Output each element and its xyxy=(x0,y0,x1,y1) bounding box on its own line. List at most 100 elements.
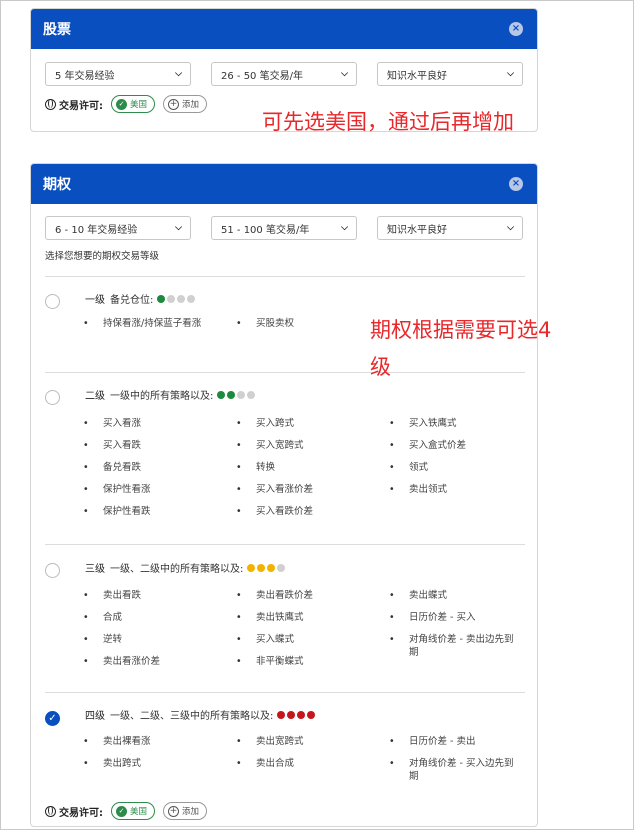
select-level-label: 选择您想要的期权交易等级 xyxy=(45,251,160,262)
annotation-top: 可先选美国，通过后再增加 xyxy=(262,110,514,134)
strategy-item: 卖出看跌 xyxy=(83,589,141,602)
strategy-item: 买入宽跨式 xyxy=(236,439,303,452)
risk-dot xyxy=(157,294,166,303)
strategy-item: 买入看涨 xyxy=(83,417,141,430)
level-4-desc: 一级、二级、三级中的所有策略以及: xyxy=(110,711,274,722)
level-3-title: 三级 一级、二级中的所有策略以及: xyxy=(85,560,287,575)
level-4-name: 四级 xyxy=(85,711,105,722)
strategy-item: 卖出看跌价差 xyxy=(236,589,313,602)
strategy-item: 对角线价差 - 卖出边先到期 xyxy=(389,633,517,659)
risk-dot xyxy=(247,563,256,572)
strategy-item: 日历价差 - 买入 xyxy=(389,611,476,624)
frequency-value: 51 - 100 笔交易/年 xyxy=(221,224,310,236)
strategy-item: 备兑看跌 xyxy=(83,461,141,474)
level-4: ✓ 四级 一级、二级、三级中的所有策略以及: 卖出裸看涨 卖出宽跨式 日历价差 … xyxy=(45,692,525,792)
options-panel: 期权 × 6 - 10 年交易经验 ⌵ 51 - 100 笔交易/年 ⌵ 知识水… xyxy=(30,163,538,827)
strategy-item: 买入跨式 xyxy=(236,417,294,430)
strategy-item: 买入盒式价差 xyxy=(389,439,466,452)
permit-label: 交易许可: xyxy=(59,100,103,112)
strategy-item: 买入看跌 xyxy=(83,439,141,452)
chevron-down-icon: ⌵ xyxy=(341,223,348,233)
plus-icon: + xyxy=(168,98,180,110)
strategy-item: 对角线价差 - 买入边先到期 xyxy=(389,757,517,783)
strategy-item: 卖出铁鹰式 xyxy=(236,611,303,624)
strategy-item: 保护性看跌 xyxy=(83,505,150,518)
annotation-mid-line-1: 期权根据需要可选4 xyxy=(370,318,552,342)
options-dropdown-row: 6 - 10 年交易经验 ⌵ 51 - 100 笔交易/年 ⌵ 知识水平良好 ⌵ xyxy=(31,216,537,240)
annotation-mid-line-2: 级 xyxy=(370,355,391,379)
level-3: 三级 一级、二级中的所有策略以及: 卖出看跌 卖出看跌价差 卖出蝶式 合成 卖出… xyxy=(45,544,525,692)
us-chip-label: 美国 xyxy=(130,100,148,110)
level-2-desc: 一级中的所有策略以及: xyxy=(110,391,214,402)
globe-icon xyxy=(45,805,56,817)
risk-dot xyxy=(307,710,316,719)
stocks-title: 股票 xyxy=(43,22,71,38)
risk-dot xyxy=(287,710,296,719)
us-chip-label: 美国 xyxy=(130,807,148,817)
risk-dot xyxy=(267,563,276,572)
add-button[interactable]: + 添加 xyxy=(163,802,208,820)
options-header: 期权 × xyxy=(31,164,537,204)
strategy-item: 卖出宽跨式 xyxy=(236,735,303,748)
strategy-item: 买入看涨价差 xyxy=(236,483,313,496)
frequency-value: 26 - 50 笔交易/年 xyxy=(221,70,303,82)
chevron-down-icon: ⌵ xyxy=(175,223,182,233)
strategy-item: 逆转 xyxy=(83,633,122,646)
risk-dot xyxy=(187,294,196,303)
strategy-item: 保护性看涨 xyxy=(83,483,150,496)
frequency-select[interactable]: 26 - 50 笔交易/年 ⌵ xyxy=(211,62,357,86)
strategy-item: 持保看涨/持保蓝子看涨 xyxy=(83,317,215,330)
strategy-item: 非平衡蝶式 xyxy=(236,655,303,668)
chevron-down-icon: ⌵ xyxy=(507,223,514,233)
strategy-item: 买入蝶式 xyxy=(236,633,294,646)
strategy-item: 领式 xyxy=(389,461,428,474)
knowledge-select[interactable]: 知识水平良好 ⌵ xyxy=(377,62,523,86)
level-2-radio[interactable] xyxy=(45,390,60,405)
knowledge-select[interactable]: 知识水平良好 ⌵ xyxy=(377,216,523,240)
close-icon[interactable]: × xyxy=(509,22,523,36)
risk-dot xyxy=(227,390,236,399)
strategy-item: 买入铁鹰式 xyxy=(389,417,456,430)
risk-dot xyxy=(277,710,286,719)
level-3-name: 三级 xyxy=(85,564,105,575)
add-button-label: 添加 xyxy=(182,100,200,110)
level-3-desc: 一级、二级中的所有策略以及: xyxy=(110,564,244,575)
risk-dot xyxy=(297,710,306,719)
level-1-dots xyxy=(157,294,197,303)
risk-dot xyxy=(237,390,246,399)
strategy-item: 日历价差 - 卖出 xyxy=(389,735,476,748)
experience-select[interactable]: 5 年交易经验 ⌵ xyxy=(45,62,191,86)
options-permit-row: 交易许可: ✓ 美国 + 添加 xyxy=(31,802,221,820)
add-button-label: 添加 xyxy=(182,807,200,817)
level-4-title: 四级 一级、二级、三级中的所有策略以及: xyxy=(85,707,317,722)
level-1-name: 一级 xyxy=(85,295,105,306)
level-2: 二级 一级中的所有策略以及: 买入看涨 买入跨式 买入铁鹰式 买入看跌 买入宽跨… xyxy=(45,372,525,544)
plus-icon: + xyxy=(168,805,180,817)
close-icon[interactable]: × xyxy=(509,177,523,191)
level-4-dots xyxy=(277,710,317,719)
experience-value: 6 - 10 年交易经验 xyxy=(55,224,138,236)
add-button[interactable]: + 添加 xyxy=(163,95,208,113)
us-chip[interactable]: ✓ 美国 xyxy=(111,802,156,820)
strategy-item: 转换 xyxy=(236,461,275,474)
experience-select[interactable]: 6 - 10 年交易经验 ⌵ xyxy=(45,216,191,240)
check-icon: ✓ xyxy=(116,98,127,110)
strategy-item: 买股卖权 xyxy=(236,317,294,330)
stocks-dropdown-row: 5 年交易经验 ⌵ 26 - 50 笔交易/年 ⌵ 知识水平良好 ⌵ xyxy=(31,62,537,86)
strategy-item: 卖出跨式 xyxy=(83,757,141,770)
risk-dot xyxy=(167,294,176,303)
level-3-radio[interactable] xyxy=(45,563,60,578)
level-1-radio[interactable] xyxy=(45,294,60,309)
level-4-radio[interactable]: ✓ xyxy=(45,711,60,726)
risk-dot xyxy=(247,390,256,399)
options-title: 期权 xyxy=(43,177,71,193)
frequency-select[interactable]: 51 - 100 笔交易/年 ⌵ xyxy=(211,216,357,240)
risk-dot xyxy=(277,563,286,572)
us-chip[interactable]: ✓ 美国 xyxy=(111,95,156,113)
strategy-item: 卖出领式 xyxy=(389,483,447,496)
chevron-down-icon: ⌵ xyxy=(175,69,182,79)
chevron-down-icon: ⌵ xyxy=(341,69,348,79)
stocks-header: 股票 × xyxy=(31,9,537,49)
permit-label: 交易许可: xyxy=(59,807,103,819)
strategy-item: 合成 xyxy=(83,611,122,624)
